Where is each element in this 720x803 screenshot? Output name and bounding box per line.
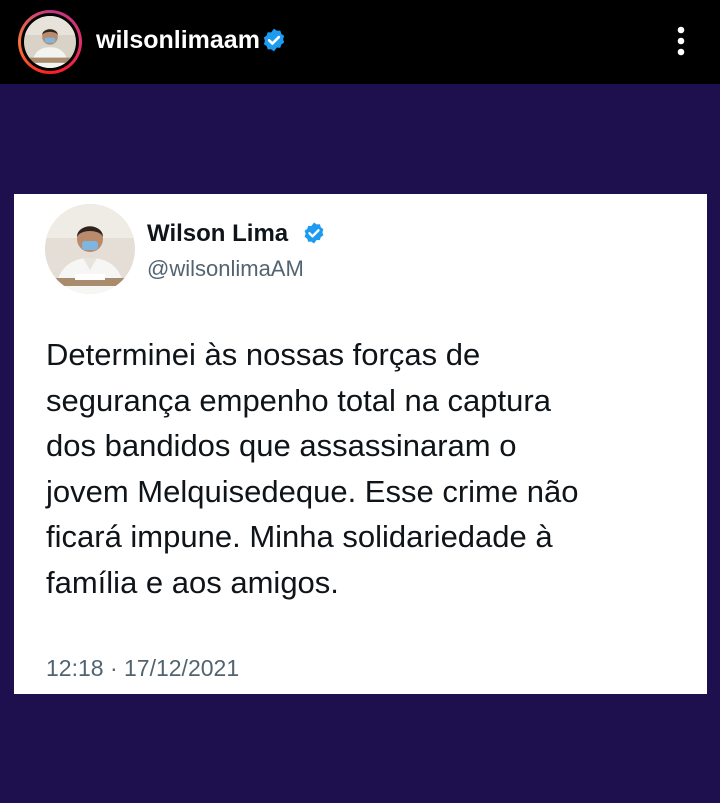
profile-avatar[interactable] (18, 10, 82, 74)
tweet-text: Determinei às nossas forças de segurança… (46, 337, 579, 600)
verified-badge-icon (304, 222, 324, 244)
more-vertical-icon[interactable] (666, 22, 696, 60)
verified-badge-icon (263, 28, 285, 52)
tweet-avatar (45, 204, 135, 294)
avatar-photo (24, 16, 76, 68)
user-handle[interactable]: @wilsonlimaAM (147, 256, 304, 282)
username[interactable]: wilsonlimaam (96, 26, 260, 55)
display-name[interactable]: Wilson Lima (147, 220, 288, 248)
story-header: wilsonlimaam (0, 0, 720, 84)
tweet-card: Wilson Lima @wilsonlimaAM Determinei às … (14, 194, 707, 694)
tweet-timestamp: 12:18 · 17/12/2021 (46, 655, 240, 681)
